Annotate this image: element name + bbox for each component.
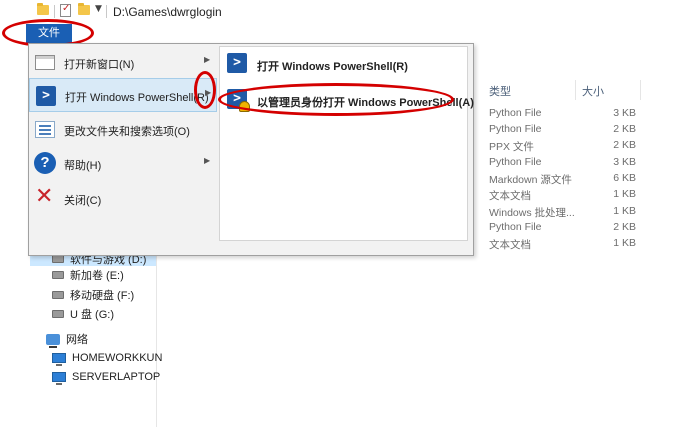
annotation-circle-admin-powershell [218, 83, 454, 116]
drive-icon [52, 255, 64, 263]
annotation-circle-submenu-arrow [194, 71, 216, 109]
column-header-size[interactable]: 大小 [582, 83, 604, 99]
new-window-icon [35, 55, 55, 70]
computer-icon [52, 353, 66, 366]
file-row[interactable]: Python File 2 KB [489, 123, 639, 139]
properties-icon[interactable] [60, 3, 71, 17]
file-size: 2 KB [613, 221, 636, 233]
close-icon: ✕ [35, 184, 54, 209]
file-menu: 打开新窗口(N) ▶ > 打开 Windows PowerShell(R) ▶ … [28, 43, 474, 256]
column-divider[interactable] [640, 80, 641, 100]
column-divider[interactable] [575, 80, 576, 100]
file-row[interactable]: Windows 批处理... 1 KB [489, 205, 639, 221]
powershell-icon: > [227, 53, 247, 73]
powershell-submenu: > 打开 Windows PowerShell(R) > 以管理员身份打开 Wi… [219, 46, 474, 241]
nav-item-label: 网络 [66, 334, 88, 346]
menu-item-label: 帮助(H) [64, 160, 102, 172]
file-type: Windows 批处理... [489, 207, 575, 219]
nav-item-label: U 盘 (G:) [70, 309, 114, 321]
navigation-pane-divider [156, 240, 157, 427]
file-type: 文本文档 [489, 190, 531, 202]
window-title: D:\Games\dwrglogin [113, 5, 222, 19]
file-size: 3 KB [613, 107, 636, 119]
file-size: 3 KB [613, 156, 636, 168]
folder-icon [37, 3, 49, 15]
menu-item-new-window[interactable]: 打开新窗口(N) ▶ [29, 46, 217, 80]
nav-item-label: 新加卷 (E:) [70, 270, 124, 282]
file-menu-list: 打开新窗口(N) ▶ > 打开 Windows PowerShell(R) ▶ … [29, 44, 217, 255]
menu-item-folder-options[interactable]: 更改文件夹和搜索选项(O) [29, 113, 217, 147]
title-bar: ▼ D:\Games\dwrglogin [0, 0, 700, 24]
file-size: 1 KB [613, 188, 636, 200]
nav-item-computer[interactable]: HOMEWORKKUN [52, 349, 162, 367]
file-size: 2 KB [613, 123, 636, 135]
menu-item-label: 更改文件夹和搜索选项(O) [64, 126, 190, 138]
customize-toolbar-icon[interactable]: ▼ [95, 4, 102, 14]
help-icon: ? [34, 152, 56, 174]
file-size: 2 KB [613, 139, 636, 151]
file-row[interactable]: Python File 3 KB [489, 107, 639, 123]
file-size: 1 KB [613, 237, 636, 249]
file-size: 6 KB [613, 172, 636, 184]
submenu-item-label: 打开 Windows PowerShell(R) [257, 61, 408, 73]
file-type: Python File [489, 107, 542, 119]
menu-item-label: 关闭(C) [64, 195, 102, 207]
menu-item-label: 打开 Windows PowerShell(R) [65, 92, 209, 104]
chevron-right-icon: ▶ [204, 156, 211, 165]
new-folder-icon[interactable] [78, 3, 90, 15]
powershell-icon: > [36, 86, 56, 106]
computer-icon [52, 372, 66, 385]
drive-icon [52, 310, 64, 318]
nav-item-drive-g[interactable]: U 盘 (G:) [52, 305, 114, 323]
file-row[interactable]: Python File 2 KB [489, 221, 639, 237]
menu-item-open-powershell[interactable]: > 打开 Windows PowerShell(R) ▶ [29, 78, 217, 112]
toolbar-divider [54, 5, 55, 18]
folder-options-icon [35, 121, 55, 138]
menu-item-help[interactable]: ? 帮助(H) ▶ [29, 147, 217, 181]
file-row[interactable]: 文本文档 1 KB [489, 188, 639, 204]
nav-item-drive-f[interactable]: 移动硬盘 (F:) [52, 286, 134, 304]
nav-item-label: SERVERLAPTOP [72, 371, 161, 383]
column-header-type[interactable]: 类型 [489, 83, 511, 99]
file-row[interactable]: Python File 3 KB [489, 156, 639, 172]
network-icon [46, 333, 60, 348]
ribbon [0, 24, 700, 43]
menu-item-label: 打开新窗口(N) [64, 59, 135, 71]
file-type: Python File [489, 221, 542, 233]
nav-item-network[interactable]: 网络 [46, 330, 88, 348]
submenu-item-open-powershell[interactable]: > 打开 Windows PowerShell(R) [220, 48, 467, 80]
file-type: Markdown 源文件 [489, 174, 572, 186]
nav-item-computer[interactable]: SERVERLAPTOP [52, 368, 160, 386]
drive-icon [52, 291, 64, 299]
file-size: 1 KB [613, 205, 636, 217]
file-type: 文本文档 [489, 239, 531, 251]
file-type: PPX 文件 [489, 141, 534, 153]
menu-item-close[interactable]: ✕ 关闭(C) [29, 182, 217, 216]
file-row[interactable]: Markdown 源文件 6 KB [489, 172, 639, 188]
file-type: Python File [489, 156, 542, 168]
nav-item-drive-e[interactable]: 新加卷 (E:) [52, 266, 124, 284]
nav-item-label: HOMEWORKKUN [72, 352, 163, 364]
drive-icon [52, 271, 64, 279]
chevron-right-icon: ▶ [204, 55, 211, 64]
file-row[interactable]: PPX 文件 2 KB [489, 139, 639, 155]
file-type: Python File [489, 123, 542, 135]
nav-item-label: 移动硬盘 (F:) [70, 290, 135, 302]
toolbar-divider [106, 5, 107, 18]
file-row[interactable]: 文本文档 1 KB [489, 237, 639, 253]
